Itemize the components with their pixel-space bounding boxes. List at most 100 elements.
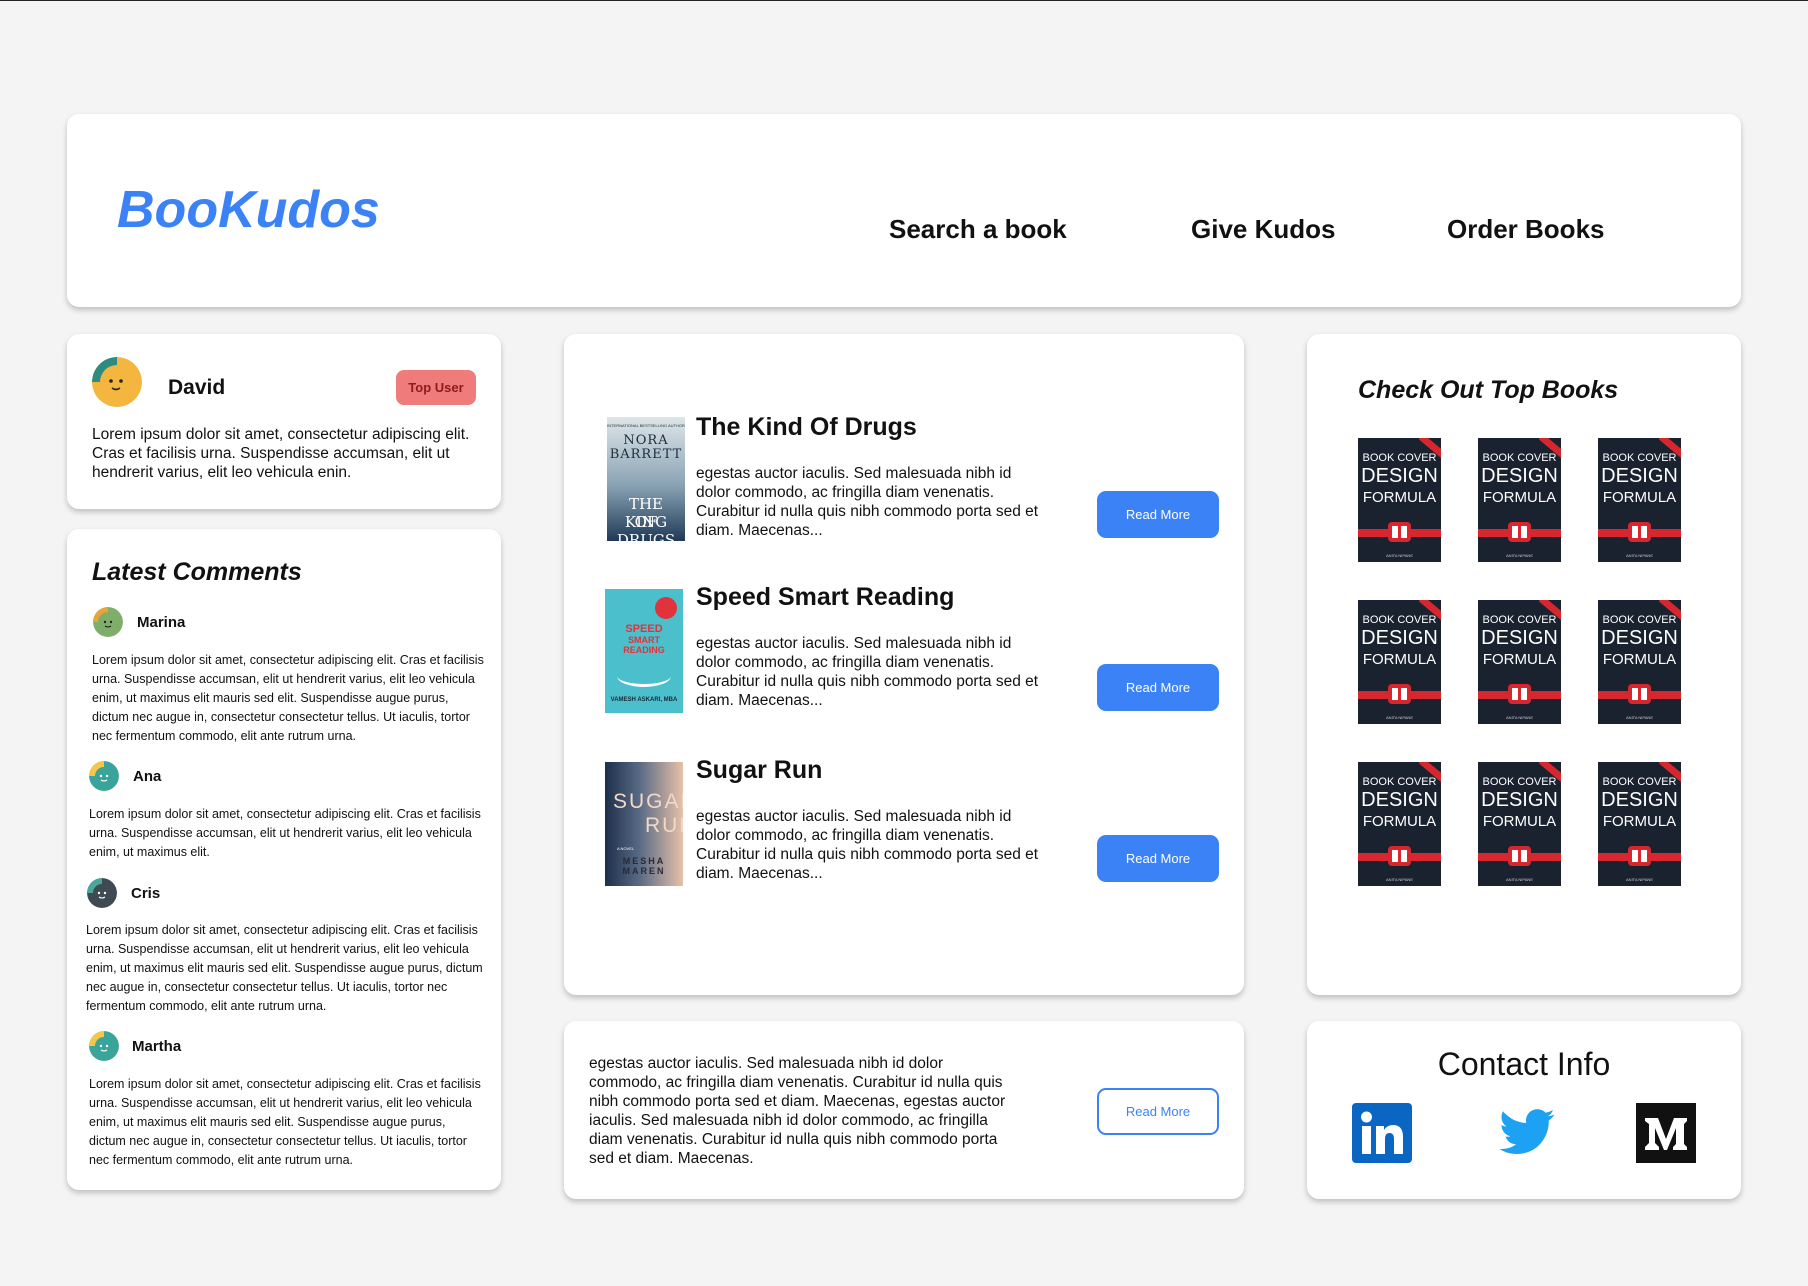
comment-text: Lorem ipsum dolor sit amet, consectetur … [89,1077,481,1167]
latest-comments-card: Latest Comments Marina Lorem ipsum dolor… [67,529,501,1190]
avatar-face-icon [92,357,142,407]
avatar-face-icon [89,761,119,791]
cover-text: BOOK COVER [1602,776,1677,788]
comment-text: Lorem ipsum dolor sit amet, consectetur … [89,807,481,859]
top-book-cover[interactable]: BOOK COVER DESIGN FORMULA ANITA NIPANE [1358,438,1441,562]
status-badge: Top User [396,370,476,405]
top-book-cover[interactable]: BOOK COVER DESIGN FORMULA ANITA NIPANE [1598,762,1681,886]
nav-search-a-book[interactable]: Search a book [889,214,1067,245]
commenter-name: Martha [132,1038,182,1055]
top-book-cover[interactable]: BOOK COVER DESIGN FORMULA ANITA NIPANE [1478,762,1561,886]
linkedin-icon[interactable] [1352,1103,1412,1163]
top-book-cover[interactable]: BOOK COVER DESIGN FORMULA ANITA NIPANE [1358,762,1441,886]
cover-text: FORMULA [1362,651,1437,668]
read-more-button[interactable]: Read More [1097,664,1219,711]
cover-text: FORMULA [1362,489,1437,506]
top-books-title: Check Out Top Books [1358,376,1619,404]
medium-icon[interactable] [1636,1103,1696,1163]
top-book-cover[interactable]: BOOK COVER DESIGN FORMULA ANITA NIPANE [1358,600,1441,724]
cover-text: DESIGN [1361,789,1438,811]
header-bar: BooKudos Search a book Give Kudos Order … [67,114,1741,307]
cover-text: ANITA NIPANE [1506,715,1533,720]
book-cover[interactable]: SPEED SMART READING VAMESH ASKARI, MBA [605,589,683,713]
cover-text: INTERNATIONAL BESTSELLING AUTHOR [607,423,685,428]
user-card: David Top User Lorem ipsum dolor sit ame… [67,334,501,509]
nav-order-books[interactable]: Order Books [1447,214,1605,245]
book-icon [1388,846,1411,866]
cover-text: ANITA NIPANE [1386,715,1413,720]
username: David [168,376,226,399]
book-description: egestas auctor iaculis. Sed malesuada ni… [696,635,1039,709]
book-icon [1628,846,1651,866]
cover-text: DESIGN [1481,627,1558,649]
promo-text: egestas auctor iaculis. Sed malesuada ni… [589,1055,1006,1167]
avatar[interactable] [89,761,119,791]
read-more-button[interactable]: Read More [1097,491,1219,538]
top-book-cover[interactable]: BOOK COVER DESIGN FORMULA ANITA NIPANE [1478,438,1561,562]
cover-text: ANITA NIPANE [1506,877,1533,882]
cover-text: RUN [645,814,683,837]
book-icon [1508,846,1531,866]
book-icon [1388,522,1411,542]
comments-title: Latest Comments [92,558,302,586]
read-more-outline-button[interactable]: Read More [1097,1088,1219,1135]
cover-text: DESIGN [1481,789,1558,811]
cover-text: DESIGN [1481,465,1558,487]
comment-text: Lorem ipsum dolor sit amet, consectetur … [86,923,483,1013]
cover-text: ANITA NIPANE [1626,715,1653,720]
promo-card: egestas auctor iaculis. Sed malesuada ni… [564,1021,1244,1199]
cover-text: BOOK COVER [1602,452,1677,464]
avatar[interactable] [93,607,123,637]
cover-text: DESIGN [1361,627,1438,649]
cover-text: DESIGN [1601,789,1678,811]
cover-text: FORMULA [1482,813,1557,830]
cover-text: FORMULA [1602,489,1677,506]
nav-give-kudos[interactable]: Give Kudos [1191,214,1335,245]
featured-books-card: INTERNATIONAL BESTSELLING AUTHOR NORA BA… [564,334,1244,995]
cover-text: ANITA NIPANE [1506,553,1533,558]
cover-text: DESIGN [1601,627,1678,649]
cover-text: FORMULA [1482,651,1557,668]
cover-text: MESHA MAREN [622,856,666,876]
cover-text: BOOK COVER [1362,614,1437,626]
cover-text: FORMULA [1482,489,1557,506]
commenter-name: Cris [131,885,161,902]
cover-text: OF DRUGS [616,513,676,541]
book-description: egestas auctor iaculis. Sed malesuada ni… [696,808,1039,882]
cover-text: BARRETT [609,447,683,462]
book-title[interactable]: Sugar Run [696,756,822,785]
cover-text: ANITA NIPANE [1626,877,1653,882]
cover-text: BOOK COVER [1482,614,1557,626]
avatar[interactable] [92,357,142,407]
cover-text: DESIGN [1361,465,1438,487]
cover-text: BOOK COVER [1602,614,1677,626]
cover-text: FORMULA [1602,651,1677,668]
commenter-name: Marina [137,614,186,631]
book-title[interactable]: The Kind Of Drugs [696,413,917,442]
comment-text: Lorem ipsum dolor sit amet, consectetur … [92,653,484,743]
contact-title: Contact Info [1437,1046,1611,1082]
cover-text: BOOK COVER [1362,776,1437,788]
avatar-face-icon [89,1031,119,1061]
cover-text: READING [623,645,665,655]
logo[interactable]: BooKudos [117,180,380,240]
cover-text: A NOVEL [617,846,635,851]
top-books-card: Check Out Top Books BOOK COVER DESIGN FORM… [1307,334,1741,995]
book-cover[interactable]: SUGAR RUN A NOVEL MESHA MAREN [605,762,683,886]
cover-text: ANITA NIPANE [1386,553,1413,558]
book-cover[interactable]: INTERNATIONAL BESTSELLING AUTHOR NORA BA… [607,417,685,541]
avatar-face-icon [87,878,117,908]
avatar[interactable] [89,1031,119,1061]
cover-text: FORMULA [1362,813,1437,830]
book-icon [1508,684,1531,704]
book-title[interactable]: Speed Smart Reading [696,583,954,612]
read-more-button[interactable]: Read More [1097,835,1219,882]
top-book-cover[interactable]: BOOK COVER DESIGN FORMULA ANITA NIPANE [1598,600,1681,724]
cover-text: NORA [623,433,669,448]
top-book-cover[interactable]: BOOK COVER DESIGN FORMULA ANITA NIPANE [1598,438,1681,562]
twitter-icon[interactable] [1497,1103,1557,1163]
avatar[interactable] [87,878,117,908]
top-book-cover[interactable]: BOOK COVER DESIGN FORMULA ANITA NIPANE [1478,600,1561,724]
cover-text: ANITA NIPANE [1626,553,1653,558]
cover-text: VAMESH ASKARI, MBA [610,697,678,703]
